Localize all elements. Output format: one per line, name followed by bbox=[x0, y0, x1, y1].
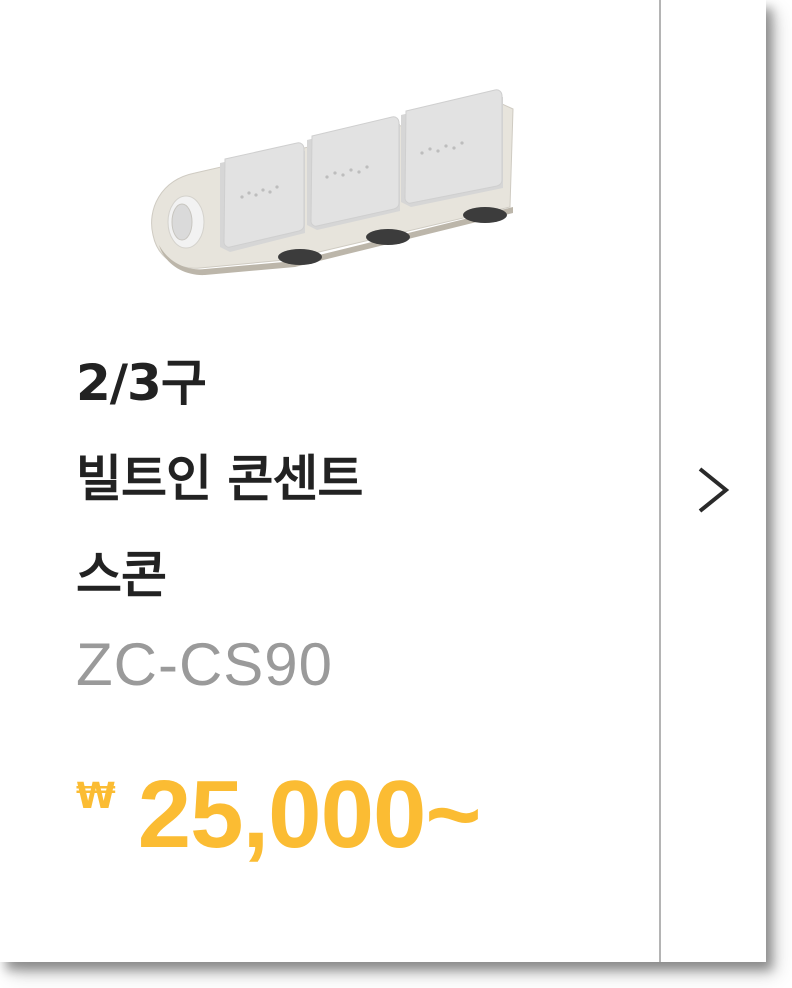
power-strip-icon bbox=[151, 89, 514, 276]
title-line-2: 빌트인 콘센트 bbox=[76, 450, 363, 508]
product-card[interactable]: 2/3구 빌트인 콘센트 스콘 ZC-CS90 ₩25,000~ bbox=[0, 0, 766, 962]
chevron-right-icon bbox=[698, 467, 730, 513]
product-title: 2/3구 빌트인 콘센트 스콘 bbox=[76, 335, 363, 623]
title-line-1: 2/3구 bbox=[76, 354, 207, 412]
model-number: ZC-CS90 bbox=[76, 631, 334, 698]
title-line-3: 스콘 bbox=[76, 546, 167, 604]
price: ₩25,000~ bbox=[76, 760, 482, 870]
price-amount: 25,000~ bbox=[137, 761, 482, 868]
next-button[interactable] bbox=[682, 460, 742, 520]
product-image bbox=[145, 85, 520, 280]
currency-symbol: ₩ bbox=[76, 776, 116, 817]
divider bbox=[659, 0, 661, 962]
